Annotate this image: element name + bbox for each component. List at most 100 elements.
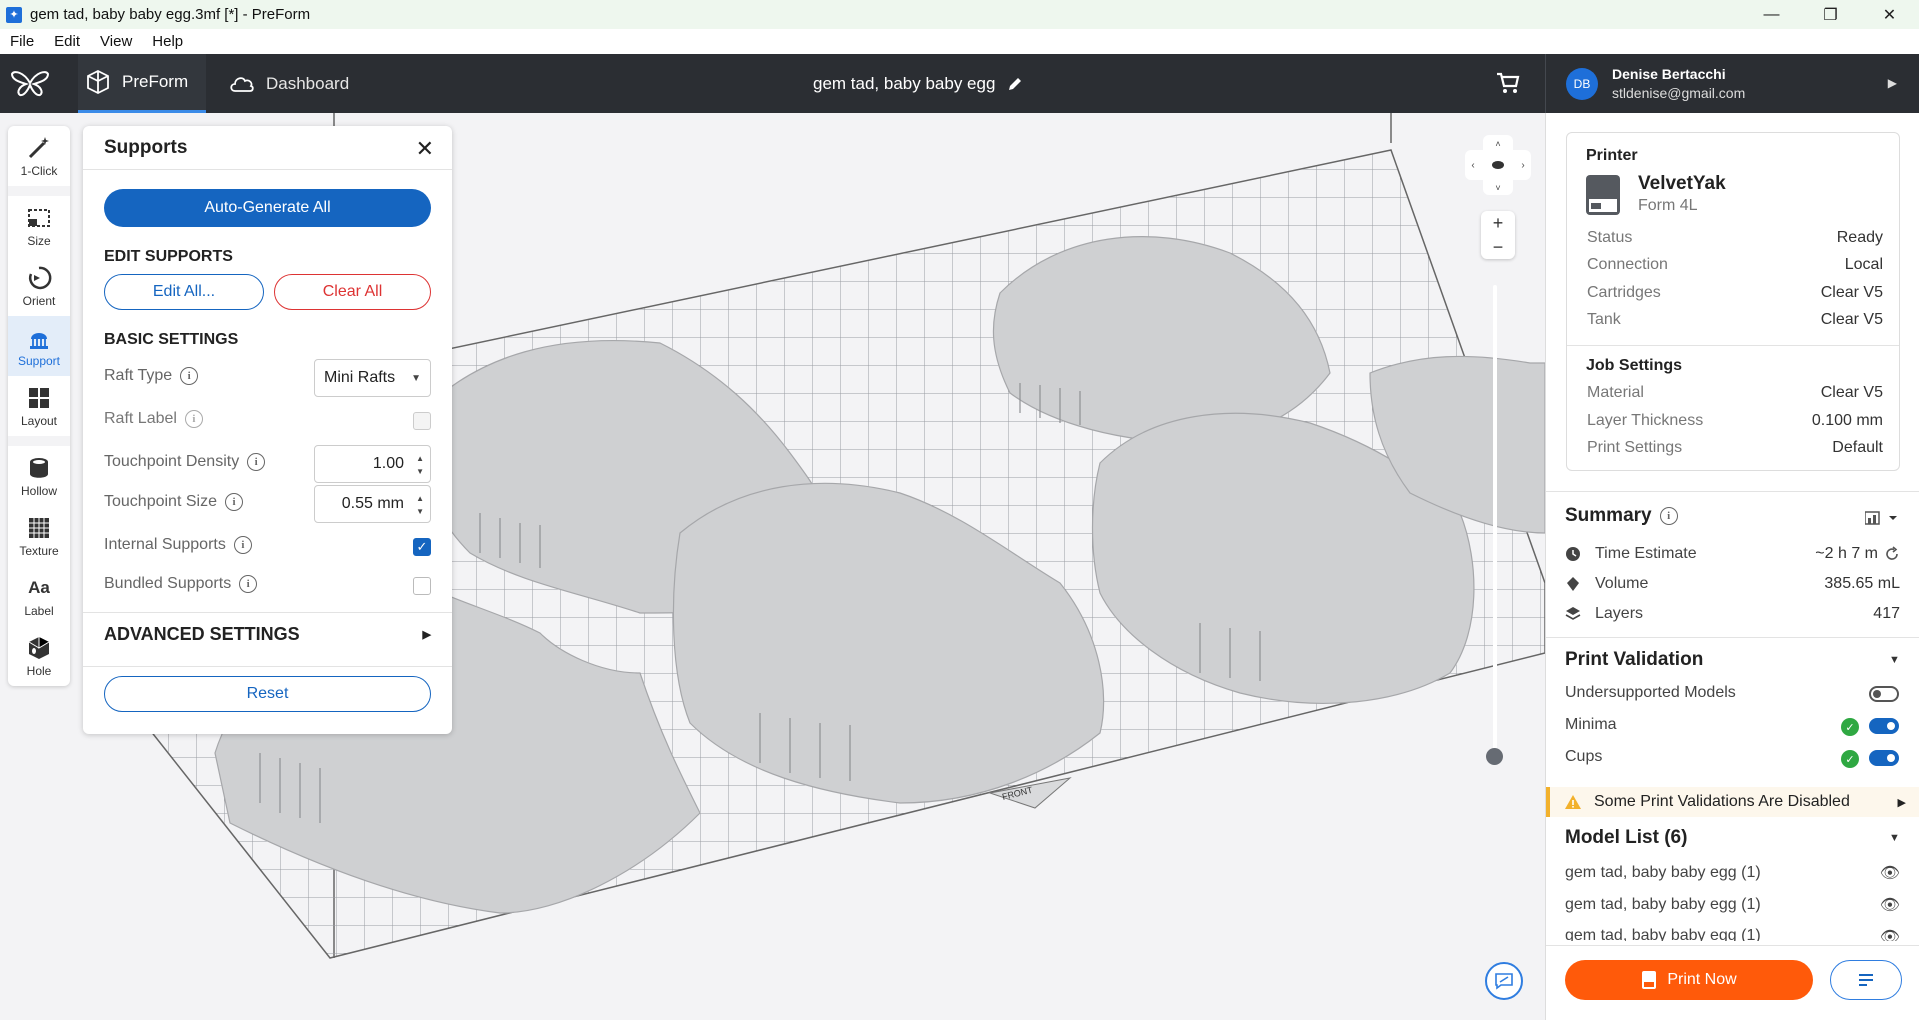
cartridges-value: Clear V5 xyxy=(1820,284,1883,301)
info-icon[interactable]: i xyxy=(1659,507,1678,525)
user-account[interactable]: DB Denise Bertacchi stldenise@gmail.com … xyxy=(1545,54,1919,113)
zoom-control: + − xyxy=(1481,211,1515,259)
close-window-button[interactable]: ✕ xyxy=(1860,0,1919,29)
tool-label-label: Label xyxy=(24,603,54,618)
touchpoint-size-input[interactable]: 0.55 mm ▲ ▼ xyxy=(314,485,431,523)
tool-layout[interactable]: Layout xyxy=(8,376,70,436)
zoom-out-button[interactable]: − xyxy=(1493,237,1504,258)
tool-support[interactable]: Support xyxy=(8,316,70,376)
validation-warning-banner[interactable]: Some Print Validations Are Disabled ▶ xyxy=(1546,787,1919,817)
support-icon xyxy=(30,332,48,349)
edit-all-button[interactable]: Edit All... xyxy=(104,274,264,310)
formlabs-butterfly-icon[interactable] xyxy=(10,68,50,98)
pencil-icon[interactable] xyxy=(1007,76,1023,92)
view-navigation-icon[interactable]: ˄ ˅ ‹ › xyxy=(1465,135,1531,195)
resin-drop-icon xyxy=(1567,577,1579,591)
raft-type-select[interactable]: Mini Rafts ▼ xyxy=(314,359,431,397)
tool-texture[interactable]: Texture xyxy=(8,506,70,566)
job-title[interactable]: gem tad, baby baby egg xyxy=(813,54,1023,113)
feedback-button[interactable] xyxy=(1485,962,1523,1000)
minima-toggle[interactable] xyxy=(1869,718,1899,734)
status-key: Status xyxy=(1587,229,1633,246)
tool-sidebar: 1-Click Size Orient Support Layout Hollo… xyxy=(8,126,70,686)
model-list-item[interactable]: gem tad, baby baby egg (1) 👁 xyxy=(1565,895,1900,915)
tab-preform-label: PreForm xyxy=(122,72,189,91)
reset-button[interactable]: Reset xyxy=(104,676,431,712)
info-icon[interactable]: i xyxy=(247,453,266,471)
model-list-item[interactable]: gem tad, baby baby egg (1) 👁 xyxy=(1565,863,1900,883)
internal-supports-label: Internal Supports xyxy=(104,536,226,553)
tab-preform[interactable]: PreForm xyxy=(78,54,206,113)
info-icon[interactable]: i xyxy=(180,367,199,385)
check-circle-icon: ✓ xyxy=(1841,750,1859,768)
info-icon[interactable]: i xyxy=(224,493,243,511)
tab-dashboard[interactable]: Dashboard xyxy=(228,54,368,113)
close-icon[interactable]: ✕ xyxy=(416,136,434,162)
layers-row: Layers 417 xyxy=(1565,605,1900,623)
tool-1-click-label: 1-Click xyxy=(20,163,58,178)
status-value: Ready xyxy=(1836,229,1883,246)
texture-icon xyxy=(29,517,49,538)
tool-orient[interactable]: Orient xyxy=(8,256,70,316)
zoom-in-button[interactable]: + xyxy=(1493,213,1504,234)
eye-icon[interactable]: 👁 xyxy=(1880,895,1900,915)
auto-generate-button[interactable]: Auto-Generate All xyxy=(104,189,431,227)
menu-edit[interactable]: Edit xyxy=(44,33,90,50)
info-icon[interactable]: i xyxy=(239,575,258,593)
bundled-supports-label: Bundled Supports xyxy=(104,575,232,592)
svg-text:˅: ˅ xyxy=(1495,183,1500,193)
tank-row: Tank Clear V5 xyxy=(1587,311,1883,329)
validation-warning-text: Some Print Validations Are Disabled xyxy=(1594,793,1850,810)
chevron-right-icon: ▶ xyxy=(1897,796,1906,809)
material-value: Clear V5 xyxy=(1820,384,1883,401)
touchpoint-size-label: Touchpoint Size xyxy=(104,493,217,510)
tool-hollow[interactable]: Hollow xyxy=(8,446,70,506)
time-estimate-value: ~2 h 7 m xyxy=(1815,545,1878,562)
minimize-button[interactable]: — xyxy=(1742,0,1801,29)
cart-icon[interactable] xyxy=(1496,72,1520,94)
internal-supports-checkbox[interactable]: ✓ xyxy=(413,538,431,556)
touchpoint-density-input[interactable]: 1.00 ▲ ▼ xyxy=(314,445,431,483)
refresh-icon[interactable] xyxy=(1884,546,1900,562)
raft-label-checkbox[interactable] xyxy=(413,412,431,430)
restore-button[interactable]: ❐ xyxy=(1801,0,1860,29)
caret-down-icon[interactable]: ▼ xyxy=(1889,832,1900,844)
tool-1-click[interactable]: 1-Click xyxy=(8,126,70,186)
chevron-right-icon: ▶ xyxy=(1887,76,1897,90)
menu-file[interactable]: File xyxy=(0,33,44,50)
cups-toggle[interactable] xyxy=(1869,750,1899,766)
bar-chart-menu-icon[interactable] xyxy=(1865,510,1901,526)
model-list-item[interactable]: gem tad, baby baby egg (1) 👁 xyxy=(1565,927,1900,941)
svg-text:›: › xyxy=(1521,160,1524,171)
basic-settings-heading: BASIC SETTINGS xyxy=(104,331,239,348)
cartridges-key: Cartridges xyxy=(1587,284,1661,301)
caret-down-icon[interactable]: ▼ xyxy=(1889,654,1900,666)
spinner-arrows-icon[interactable]: ▲ ▼ xyxy=(416,492,424,518)
layer-slider-handle[interactable] xyxy=(1486,748,1503,765)
connection-key: Connection xyxy=(1587,256,1668,273)
menu-help[interactable]: Help xyxy=(142,33,193,50)
menu-view[interactable]: View xyxy=(90,33,142,50)
info-icon[interactable]: i xyxy=(184,410,203,428)
info-icon[interactable]: i xyxy=(233,536,252,554)
cloud-icon xyxy=(230,76,254,92)
tool-hole-label: Hole xyxy=(26,663,52,678)
tool-layout-label: Layout xyxy=(20,413,58,428)
layer-thickness-key: Layer Thickness xyxy=(1587,412,1704,429)
eye-icon[interactable]: 👁 xyxy=(1880,863,1900,883)
clear-all-button[interactable]: Clear All xyxy=(274,274,431,310)
advanced-settings-toggle[interactable]: ADVANCED SETTINGS ▶ xyxy=(104,624,431,645)
tool-hole[interactable]: Hole xyxy=(8,626,70,686)
eye-icon[interactable]: 👁 xyxy=(1880,927,1900,941)
printer-card[interactable]: Printer VelvetYak Form 4L Status Ready Co… xyxy=(1566,132,1900,471)
print-queue-button[interactable] xyxy=(1830,960,1902,1000)
layer-slider-track[interactable] xyxy=(1493,285,1497,757)
tool-size[interactable]: Size xyxy=(8,196,70,256)
tool-label[interactable]: Aa Label xyxy=(8,566,70,626)
printer-name: VelvetYak xyxy=(1638,173,1726,194)
print-now-button[interactable]: Print Now xyxy=(1565,960,1813,1000)
undersupported-toggle[interactable] xyxy=(1869,686,1899,702)
layers-key: Layers xyxy=(1565,605,1643,623)
bundled-supports-checkbox[interactable] xyxy=(413,577,431,595)
spinner-arrows-icon[interactable]: ▲ ▼ xyxy=(416,452,424,478)
